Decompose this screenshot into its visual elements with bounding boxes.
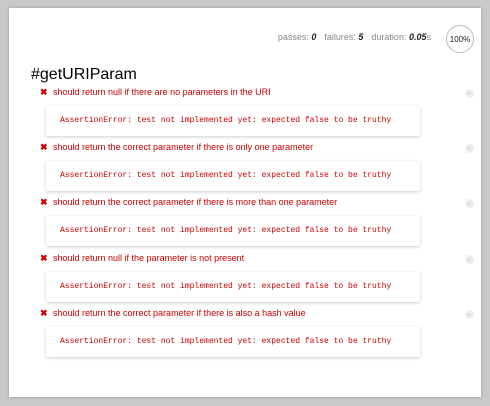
x-icon: ✖: [40, 197, 48, 207]
error-message: AssertionError: test not implemented yet…: [46, 106, 420, 136]
x-icon: ✖: [40, 142, 48, 152]
test-title[interactable]: should return the correct parameter if t…: [53, 196, 337, 209]
test-item: ✖ should return the correct parameter if…: [40, 307, 474, 357]
test-title[interactable]: should return null if there are no param…: [53, 86, 271, 99]
report-frame: passes: 0 failures: 5 duration: 0.05s 10…: [9, 8, 481, 397]
test-title[interactable]: should return the correct parameter if t…: [53, 141, 313, 154]
test-header[interactable]: ✖ should return null if there are no par…: [40, 86, 474, 100]
passes-stat[interactable]: passes: 0: [278, 32, 317, 42]
failures-count: 5: [358, 32, 364, 42]
test-item: ✖ should return null if the parameter is…: [40, 252, 474, 302]
x-icon: ✖: [40, 87, 48, 97]
progress-indicator: 100%: [446, 25, 474, 53]
replay-icon[interactable]: ▸: [465, 144, 474, 153]
test-header[interactable]: ✖ should return the correct parameter if…: [40, 196, 474, 210]
failures-label: failures:: [324, 32, 356, 42]
test-item: ✖ should return the correct parameter if…: [40, 196, 474, 246]
replay-icon[interactable]: ▸: [465, 310, 474, 319]
duration-stat: duration: 0.05s: [371, 32, 431, 42]
failures-stat[interactable]: failures: 5: [324, 32, 363, 42]
test-header[interactable]: ✖ should return the correct parameter if…: [40, 307, 474, 321]
test-title[interactable]: should return the correct parameter if t…: [53, 307, 306, 320]
suite-title[interactable]: #getURIParam: [31, 66, 137, 84]
replay-icon[interactable]: ▸: [465, 199, 474, 208]
stats-bar: passes: 0 failures: 5 duration: 0.05s: [278, 32, 431, 42]
duration-unit: s: [426, 32, 432, 42]
test-item: ✖ should return the correct parameter if…: [40, 141, 474, 191]
x-icon: ✖: [40, 253, 48, 263]
test-item: ✖ should return null if there are no par…: [40, 86, 474, 136]
passes-label: passes:: [277, 32, 309, 42]
duration-value: 0.05: [408, 32, 427, 42]
test-header[interactable]: ✖ should return the correct parameter if…: [40, 141, 474, 155]
passes-count: 0: [311, 32, 317, 42]
replay-icon[interactable]: ▸: [465, 255, 474, 264]
error-message: AssertionError: test not implemented yet…: [46, 327, 420, 357]
error-message: AssertionError: test not implemented yet…: [46, 216, 420, 246]
duration-label: duration:: [371, 32, 407, 42]
error-message: AssertionError: test not implemented yet…: [46, 161, 420, 191]
replay-icon[interactable]: ▸: [465, 89, 474, 98]
x-icon: ✖: [40, 308, 48, 318]
test-title[interactable]: should return null if the parameter is n…: [53, 252, 244, 265]
test-header[interactable]: ✖ should return null if the parameter is…: [40, 252, 474, 266]
error-message: AssertionError: test not implemented yet…: [46, 272, 420, 302]
